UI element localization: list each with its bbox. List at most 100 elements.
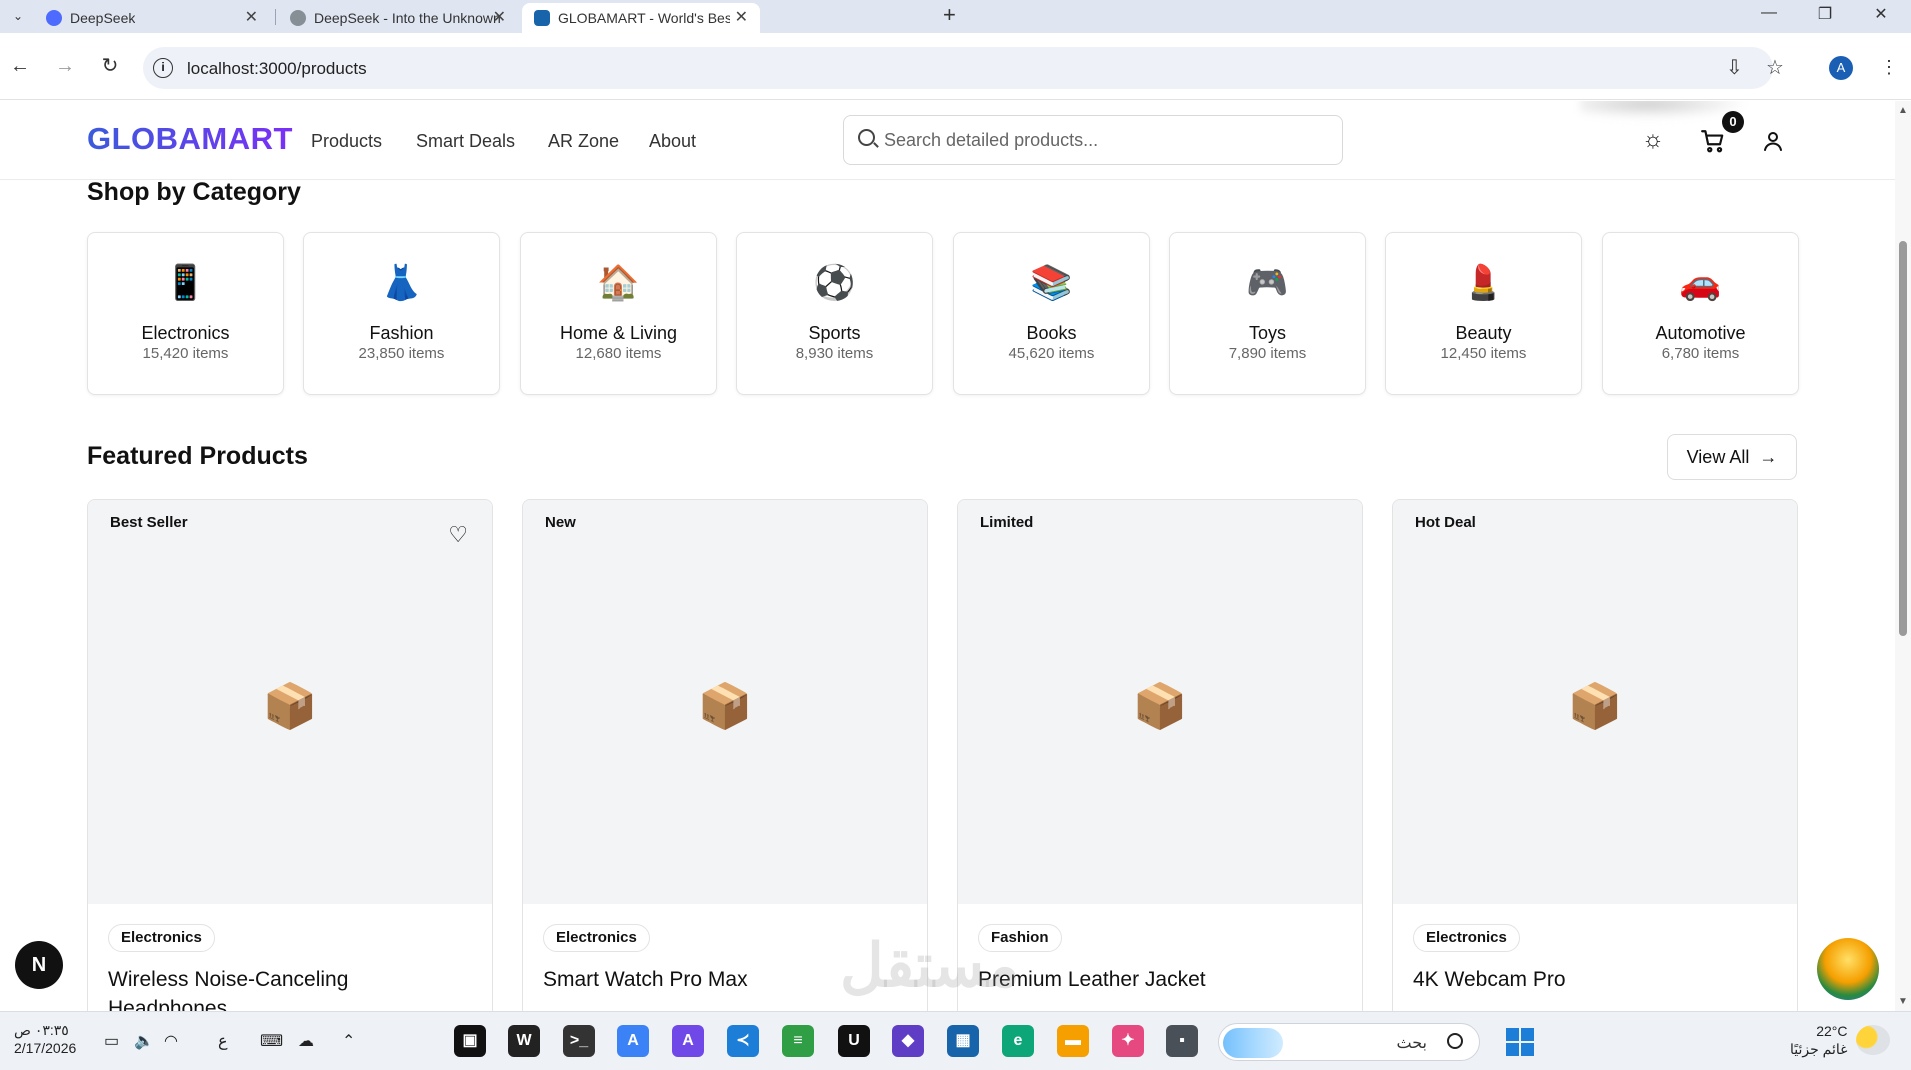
category-card-home-living[interactable]: 🏠 Home & Living 12,680 items — [520, 232, 717, 395]
product-card[interactable]: 📦 Best Seller ♡ Electronics Wireless Noise-C… — [87, 499, 493, 1011]
site-info-icon[interactable]: i — [153, 58, 173, 78]
product-image-placeholder[interactable]: 📦 — [958, 500, 1362, 904]
forward-button[interactable]: → — [52, 53, 78, 79]
tab-deepseek-into-the-unknown[interactable]: DeepSeek - Into the Unknown ✕ — [278, 3, 518, 33]
profile-avatar[interactable]: A — [1829, 56, 1853, 80]
product-card[interactable]: 📦 Hot Deal Electronics 4K Webcam Pro — [1392, 499, 1798, 1011]
taskbar-app-vscode-icon[interactable]: ≺ — [727, 1025, 759, 1057]
category-name: Fashion — [369, 323, 434, 343]
minimize-window-button[interactable]: — — [1754, 4, 1784, 22]
taskbar-app-chrome-profile-a-icon[interactable]: A — [617, 1025, 649, 1057]
scroll-up-arrow-icon[interactable]: ▲ — [1898, 105, 1908, 116]
product-image-placeholder[interactable]: 📦 — [88, 500, 492, 904]
nextjs-dev-badge[interactable]: N — [15, 941, 63, 989]
category-count: 23,850 items — [358, 345, 445, 362]
books-icon: 📚 — [1030, 264, 1073, 302]
browser-toolbar: ← → ↻ i localhost:3000/products ⇩ ☆ A ⋮ — [0, 33, 1911, 100]
battery-icon[interactable]: ▭ — [104, 1031, 119, 1051]
category-count: 12,680 items — [575, 345, 662, 362]
close-window-button[interactable]: ✕ — [1866, 4, 1896, 24]
product-name[interactable]: Premium Leather Jacket — [978, 965, 1338, 994]
taskbar-app-file-explorer-icon[interactable]: ▬ — [1057, 1025, 1089, 1057]
category-count: 8,930 items — [795, 345, 874, 362]
category-card-books[interactable]: 📚 Books 45,620 items — [953, 232, 1150, 395]
windows-start-icon[interactable] — [1506, 1028, 1534, 1056]
category-count: 12,450 items — [1440, 345, 1527, 362]
favorite-heart-icon[interactable]: ♡ — [448, 522, 468, 548]
close-tab-icon[interactable]: ✕ — [493, 7, 506, 27]
assistant-avatar-icon[interactable] — [1817, 938, 1879, 1000]
taskbar-search[interactable]: بحث — [1218, 1023, 1480, 1061]
scrollbar-thumb[interactable] — [1899, 241, 1907, 636]
weather-widget[interactable]: 22°C غائم جزئيًا — [1790, 1022, 1847, 1058]
taskbar-app-notepad-icon[interactable]: ≡ — [782, 1025, 814, 1057]
product-badge: Best Seller — [110, 514, 188, 531]
tab-deepseek[interactable]: DeepSeek ✕ — [34, 3, 270, 33]
category-count: 6,780 items — [1661, 345, 1740, 362]
theme-toggle-sun-icon[interactable]: ☼ — [1636, 123, 1670, 157]
product-badge: Hot Deal — [1415, 514, 1476, 531]
nav-link-ar-zone[interactable]: AR Zone — [548, 131, 619, 152]
product-category-tag: Electronics — [108, 924, 215, 952]
dress-icon: 👗 — [380, 264, 423, 302]
close-tab-icon[interactable]: ✕ — [735, 7, 748, 27]
taskbar-app-edge-icon[interactable]: e — [1002, 1025, 1034, 1057]
tab-search-menu-button[interactable]: ⌄ — [8, 6, 28, 26]
taskbar-app-store-icon[interactable]: ▦ — [947, 1025, 979, 1057]
category-card-electronics[interactable]: 📱 Electronics 15,420 items — [87, 232, 284, 395]
category-card-sports[interactable]: ⚽ Sports 8,930 items — [736, 232, 933, 395]
back-button[interactable]: ← — [7, 53, 33, 79]
product-image-placeholder[interactable]: 📦 — [523, 500, 927, 904]
search-highlight-image — [1223, 1028, 1283, 1058]
keyboard-language-indicator[interactable]: ع — [218, 1031, 228, 1051]
featured-section-title: Featured Products — [87, 442, 308, 470]
category-name: Sports — [808, 323, 861, 343]
taskbar-app-console-icon[interactable]: >_ — [563, 1025, 595, 1057]
scroll-down-arrow-icon[interactable]: ▼ — [1898, 996, 1908, 1007]
taskbar-app-chrome-profile-b-icon[interactable]: A — [672, 1025, 704, 1057]
clock[interactable]: ٠٣:٣٥ ص 2/17/2026 — [14, 1021, 76, 1057]
taskbar-app-cube-icon[interactable]: ◆ — [892, 1025, 924, 1057]
lipstick-icon: 💄 — [1462, 264, 1505, 302]
address-bar[interactable]: i localhost:3000/products — [143, 47, 1773, 89]
taskbar-app-u-icon[interactable]: U — [838, 1025, 870, 1057]
reload-button[interactable]: ↻ — [97, 53, 123, 79]
wifi-icon[interactable]: ◠ — [164, 1031, 178, 1051]
tab-globamart[interactable]: GLOBAMART - World's Best Ma ✕ — [522, 3, 760, 33]
restore-window-button[interactable]: ❐ — [1810, 4, 1840, 24]
product-badge: Limited — [980, 514, 1034, 531]
category-card-toys[interactable]: 🎮 Toys 7,890 items — [1169, 232, 1366, 395]
search-input[interactable] — [884, 124, 1324, 156]
page-scrollbar[interactable]: ▲ ▼ — [1895, 101, 1911, 1011]
nav-link-products[interactable]: Products — [311, 131, 382, 152]
nav-link-smart-deals[interactable]: Smart Deals — [416, 131, 515, 152]
category-count: 15,420 items — [142, 345, 229, 362]
category-name: Home & Living — [559, 323, 678, 343]
category-card-beauty[interactable]: 💄 Beauty 12,450 items — [1385, 232, 1582, 395]
close-tab-icon[interactable]: ✕ — [245, 7, 258, 27]
taskbar-app-copilot-icon[interactable]: ✦ — [1112, 1025, 1144, 1057]
site-logo[interactable]: GLOBAMART — [87, 121, 293, 157]
category-card-fashion[interactable]: 👗 Fashion 23,850 items — [303, 232, 500, 395]
taskbar-app-w-icon[interactable]: W — [508, 1025, 540, 1057]
view-all-button[interactable]: View All → — [1667, 434, 1797, 480]
user-account-icon[interactable] — [1756, 123, 1790, 157]
cloud-sync-icon[interactable]: ☁ — [298, 1031, 314, 1051]
product-name[interactable]: Wireless Noise-Canceling Headphones — [108, 965, 468, 1011]
touch-keyboard-icon[interactable]: ⌨ — [260, 1031, 283, 1051]
browser-menu-icon[interactable]: ⋮ — [1880, 57, 1898, 78]
product-name[interactable]: 4K Webcam Pro — [1413, 965, 1773, 994]
volume-icon[interactable]: 🔈 — [134, 1031, 154, 1051]
nav-link-about[interactable]: About — [649, 131, 696, 152]
house-icon: 🏠 — [597, 264, 640, 302]
taskbar-app-window-icon[interactable]: ▪ — [1166, 1025, 1198, 1057]
product-image-placeholder[interactable]: 📦 — [1393, 500, 1797, 904]
show-hidden-icons-chevron-icon[interactable]: ⌃ — [342, 1031, 355, 1051]
url-text[interactable]: localhost:3000/products — [187, 59, 367, 79]
category-card-automotive[interactable]: 🚗 Automotive 6,780 items — [1602, 232, 1799, 395]
new-tab-button[interactable]: + — [943, 2, 956, 28]
taskbar-app-terminal-icon[interactable]: ▣ — [454, 1025, 486, 1057]
bookmark-star-icon[interactable]: ☆ — [1766, 55, 1784, 80]
tab-label: DeepSeek — [70, 10, 136, 26]
install-app-icon[interactable]: ⇩ — [1726, 55, 1743, 80]
